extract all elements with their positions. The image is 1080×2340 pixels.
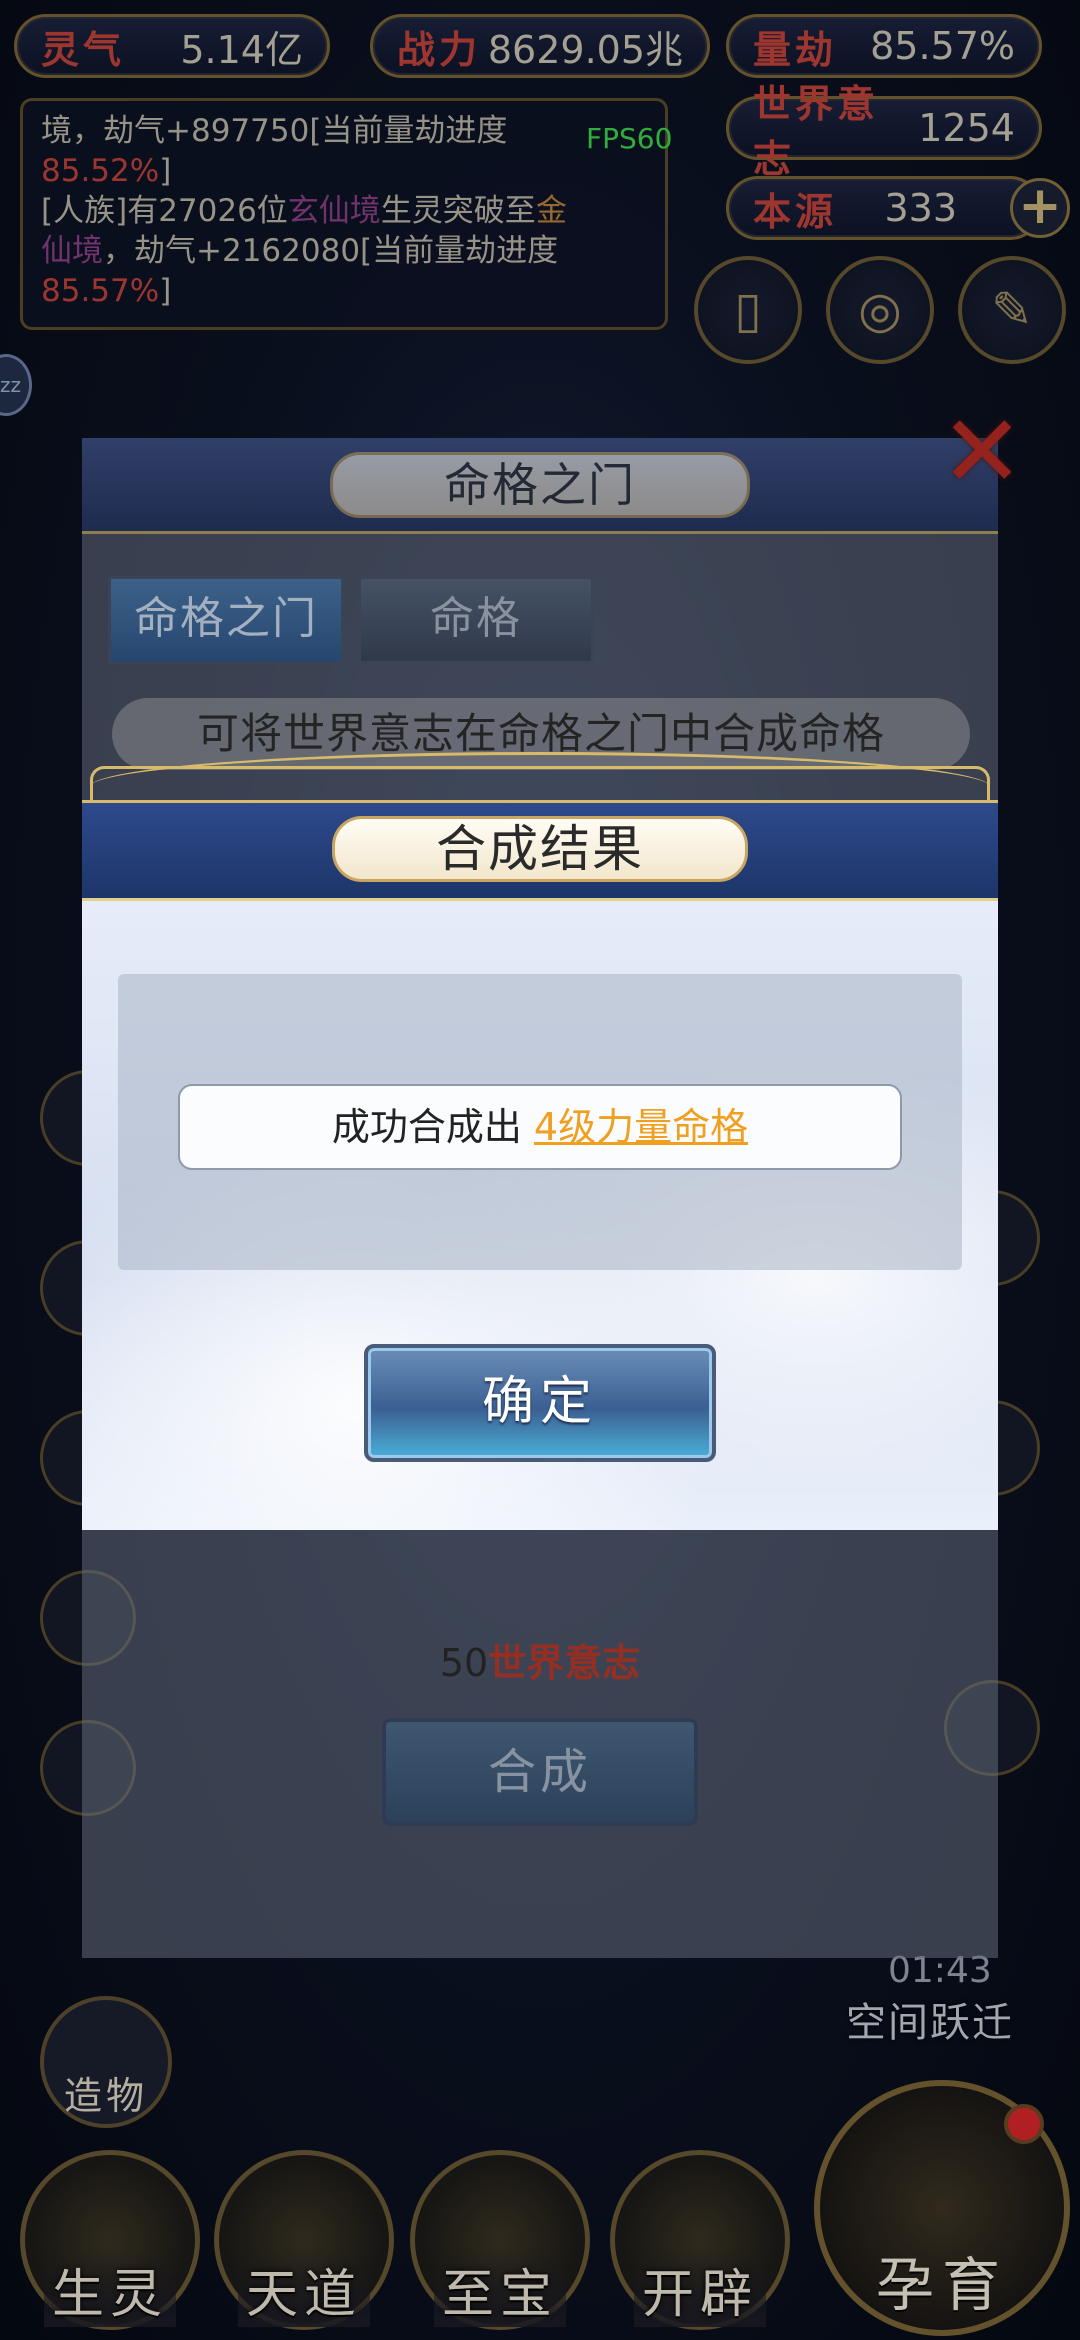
result-message-prefix: 成功合成出 <box>331 1105 522 1149</box>
result-item-link[interactable]: 4级力量命格 <box>534 1105 748 1149</box>
result-dialog-title: 合成结果 <box>332 816 748 882</box>
result-message: 成功合成出 4级力量命格 <box>178 1084 902 1170</box>
confirm-button[interactable]: 确定 <box>364 1344 716 1462</box>
